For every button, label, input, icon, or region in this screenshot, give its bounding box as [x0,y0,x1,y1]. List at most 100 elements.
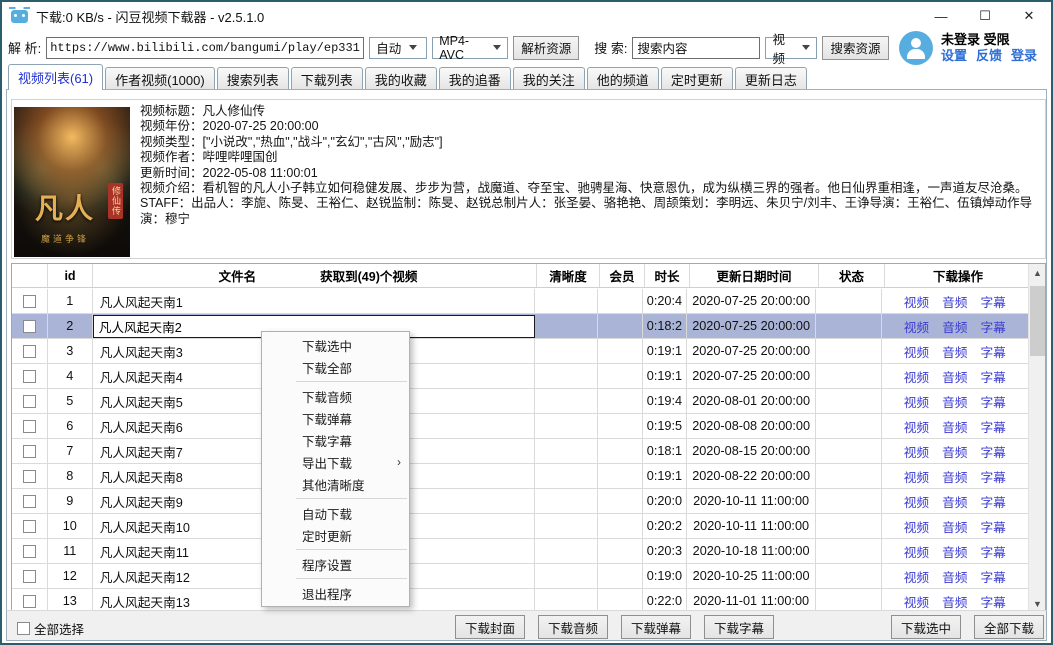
table-row[interactable]: 3凡人风起天南30:19:12020-07-25 20:00:00视频音频字幕 [12,339,1028,364]
download-subtitle-button[interactable]: 下载字幕 [704,615,774,639]
op-link-subtitle[interactable]: 字幕 [980,442,1005,461]
tab-his-channel[interactable]: 他的频道 [587,67,659,90]
op-link-video[interactable]: 视频 [904,392,929,411]
op-link-video[interactable]: 视频 [904,417,929,436]
op-link-subtitle[interactable]: 字幕 [980,567,1005,586]
table-row[interactable]: 6凡人风起天南60:19:52020-08-08 20:00:00视频音频字幕 [12,414,1028,439]
op-link-audio[interactable]: 音频 [942,292,967,311]
row-checkbox[interactable] [23,495,36,508]
op-link-video[interactable]: 视频 [904,317,929,336]
op-link-video[interactable]: 视频 [904,442,929,461]
row-checkbox[interactable] [23,570,36,583]
op-link-audio[interactable]: 音频 [942,367,967,386]
download-audio-button[interactable]: 下载音频 [538,615,608,639]
op-link-subtitle[interactable]: 字幕 [980,392,1005,411]
menu-item-download-audio[interactable]: 下载音频 [262,385,409,407]
minimize-button[interactable]: — [919,2,963,30]
tab-search-list[interactable]: 搜索列表 [217,67,289,90]
header-cell-id[interactable]: id [48,264,93,287]
op-link-audio[interactable]: 音频 [942,492,967,511]
table-row[interactable]: 4凡人风起天南40:19:12020-07-25 20:00:00视频音频字幕 [12,364,1028,389]
op-link-audio[interactable]: 音频 [942,467,967,486]
menu-item-download-subtitle[interactable]: 下载字幕 [262,429,409,451]
search-type-select[interactable]: 视频 [765,37,817,59]
download-danmaku-button[interactable]: 下载弹幕 [621,615,691,639]
table-row[interactable]: 13凡人风起天南130:22:02020-11-01 11:00:00视频音频字… [12,589,1028,612]
op-link-subtitle[interactable]: 字幕 [980,342,1005,361]
op-link-video[interactable]: 视频 [904,342,929,361]
op-link-subtitle[interactable]: 字幕 [980,292,1005,311]
header-cell-quality[interactable]: 清晰度 [537,264,600,287]
tab-scheduled-update[interactable]: 定时更新 [661,67,733,90]
op-link-video[interactable]: 视频 [904,367,929,386]
table-row[interactable]: 1凡人风起天南10:20:42020-07-25 20:00:00视频音频字幕 [12,289,1028,314]
tab-author-videos[interactable]: 作者视频(1000) [105,67,215,90]
table-row[interactable]: 11凡人风起天南110:20:32020-10-18 11:00:00视频音频字… [12,539,1028,564]
table-row[interactable]: 20:18:22020-07-25 20:00:00视频音频字幕 [12,314,1028,339]
table-row[interactable]: 8凡人风起天南80:19:12020-08-22 20:00:00视频音频字幕 [12,464,1028,489]
close-button[interactable]: ✕ [1007,2,1051,30]
download-selected-button[interactable]: 下载选中 [891,615,961,639]
tab-update-log[interactable]: 更新日志 [735,67,807,90]
login-link[interactable]: 登录 [1011,48,1037,64]
row-checkbox[interactable] [23,420,36,433]
menu-item-download-all[interactable]: 下载全部 [262,356,409,378]
table-row[interactable]: 5凡人风起天南50:19:42020-08-01 20:00:00视频音频字幕 [12,389,1028,414]
op-link-subtitle[interactable]: 字幕 [980,467,1005,486]
menu-item-download-danmaku[interactable]: 下载弹幕 [262,407,409,429]
op-link-audio[interactable]: 音频 [942,317,967,336]
op-link-subtitle[interactable]: 字幕 [980,317,1005,336]
vertical-scrollbar[interactable]: ▲ ▼ [1028,264,1045,612]
op-link-video[interactable]: 视频 [904,292,929,311]
op-link-subtitle[interactable]: 字幕 [980,592,1005,611]
header-cell-filename[interactable]: 文件名 获取到(49)个视频 [93,264,537,287]
menu-item-export-download[interactable]: 导出下载› [262,451,409,473]
op-link-video[interactable]: 视频 [904,492,929,511]
row-checkbox[interactable] [23,345,36,358]
row-name[interactable]: 凡人风起天南1 [93,289,535,313]
header-cell-status[interactable]: 状态 [819,264,885,287]
op-link-video[interactable]: 视频 [904,467,929,486]
maximize-button[interactable]: ☐ [963,2,1007,30]
header-cell-duration[interactable]: 时长 [645,264,690,287]
download-all-button[interactable]: 全部下载 [974,615,1044,639]
op-link-subtitle[interactable]: 字幕 [980,542,1005,561]
op-link-audio[interactable]: 音频 [942,592,967,611]
row-checkbox[interactable] [23,395,36,408]
op-link-video[interactable]: 视频 [904,542,929,561]
menu-item-auto-download[interactable]: 自动下载 [262,502,409,524]
tab-my-favorites[interactable]: 我的收藏 [365,67,437,90]
op-link-video[interactable]: 视频 [904,517,929,536]
download-cover-button[interactable]: 下载封面 [455,615,525,639]
menu-item-download-selected[interactable]: 下载选中 [262,334,409,356]
poster-thumbnail[interactable]: 凡人 魔道争锋 修仙传 [14,107,130,257]
op-link-subtitle[interactable]: 字幕 [980,517,1005,536]
row-checkbox[interactable] [23,370,36,383]
settings-link[interactable]: 设置 [941,48,967,64]
op-link-audio[interactable]: 音频 [942,542,967,561]
row-checkbox[interactable] [23,470,36,483]
row-checkbox[interactable] [23,295,36,308]
row-checkbox[interactable] [23,520,36,533]
menu-item-scheduled-update[interactable]: 定时更新 [262,524,409,546]
header-cell-updated[interactable]: 更新日期时间 [690,264,819,287]
select-all-checkbox[interactable] [17,622,30,635]
menu-item-program-settings[interactable]: 程序设置 [262,553,409,575]
row-checkbox[interactable] [23,445,36,458]
table-row[interactable]: 9凡人风起天南90:20:02020-10-11 11:00:00视频音频字幕 [12,489,1028,514]
header-cell-vip[interactable]: 会员 [600,264,645,287]
table-row[interactable]: 10凡人风起天南100:20:22020-10-11 11:00:00视频音频字… [12,514,1028,539]
op-link-audio[interactable]: 音频 [942,392,967,411]
table-row[interactable]: 7凡人风起天南70:18:12020-08-15 20:00:00视频音频字幕 [12,439,1028,464]
table-row[interactable]: 12凡人风起天南120:19:02020-10-25 11:00:00视频音频字… [12,564,1028,589]
feedback-link[interactable]: 反馈 [976,48,1002,64]
op-link-audio[interactable]: 音频 [942,342,967,361]
scroll-up-icon[interactable]: ▲ [1029,264,1046,281]
menu-item-other-quality[interactable]: 其他清晰度 [262,473,409,495]
parse-resource-button[interactable]: 解析资源 [513,36,579,60]
url-input[interactable] [46,37,364,59]
op-link-subtitle[interactable]: 字幕 [980,367,1005,386]
op-link-video[interactable]: 视频 [904,567,929,586]
quality-select[interactable]: 自动 [369,37,427,59]
scroll-thumb[interactable] [1030,286,1045,356]
